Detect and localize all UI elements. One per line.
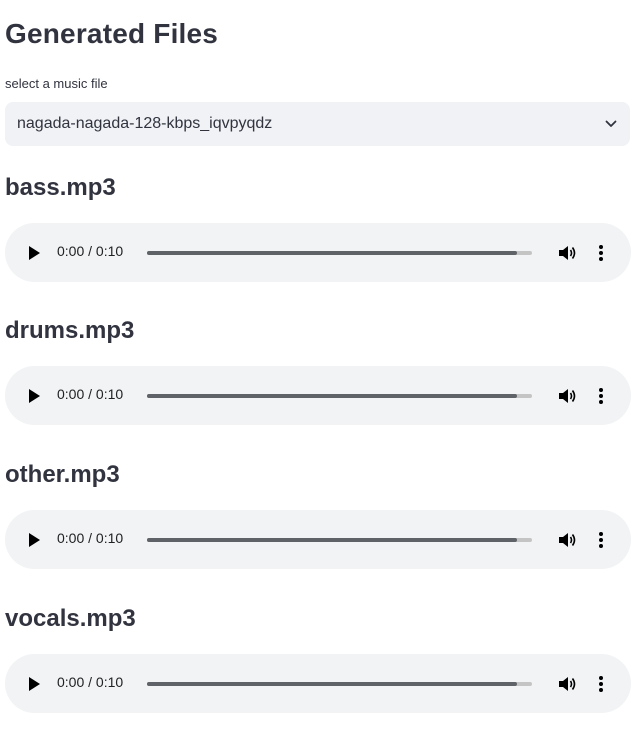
- audio-player: 0:00 / 0:10: [5, 366, 631, 425]
- time-display: 0:00 / 0:10: [57, 674, 124, 690]
- track-title: drums.mp3: [5, 317, 135, 344]
- volume-icon[interactable]: [557, 386, 577, 406]
- select-value: nagada-nagada-128-kbps_iqvpyqdz: [17, 115, 273, 132]
- play-icon[interactable]: [27, 388, 41, 404]
- volume-icon[interactable]: [557, 530, 577, 550]
- progress-fill: [147, 538, 517, 542]
- volume-icon[interactable]: [557, 674, 577, 694]
- play-icon[interactable]: [27, 245, 41, 261]
- progress-fill: [147, 682, 517, 686]
- play-icon[interactable]: [27, 532, 41, 548]
- track-title: bass.mp3: [5, 174, 116, 201]
- music-file-select[interactable]: nagada-nagada-128-kbps_iqvpyqdz: [5, 102, 630, 146]
- more-vertical-icon[interactable]: [596, 243, 606, 263]
- volume-icon[interactable]: [557, 243, 577, 263]
- audio-player: 0:00 / 0:10: [5, 510, 631, 569]
- more-vertical-icon[interactable]: [596, 386, 606, 406]
- progress-bar[interactable]: [147, 251, 532, 255]
- time-display: 0:00 / 0:10: [57, 530, 124, 546]
- progress-bar[interactable]: [147, 394, 532, 398]
- progress-fill: [147, 251, 517, 255]
- progress-fill: [147, 394, 517, 398]
- more-vertical-icon[interactable]: [596, 530, 606, 550]
- track-title: other.mp3: [5, 461, 120, 488]
- chevron-down-icon: [604, 117, 618, 131]
- page-title: Generated Files: [5, 18, 219, 49]
- play-icon[interactable]: [27, 676, 41, 692]
- time-display: 0:00 / 0:10: [57, 243, 124, 259]
- progress-bar[interactable]: [147, 682, 532, 686]
- more-vertical-icon[interactable]: [596, 674, 606, 694]
- progress-bar[interactable]: [147, 538, 532, 542]
- audio-player: 0:00 / 0:10: [5, 223, 631, 282]
- audio-player: 0:00 / 0:10: [5, 654, 631, 713]
- track-title: vocals.mp3: [5, 605, 136, 632]
- time-display: 0:00 / 0:10: [57, 386, 124, 402]
- select-label: select a music file: [5, 76, 108, 91]
